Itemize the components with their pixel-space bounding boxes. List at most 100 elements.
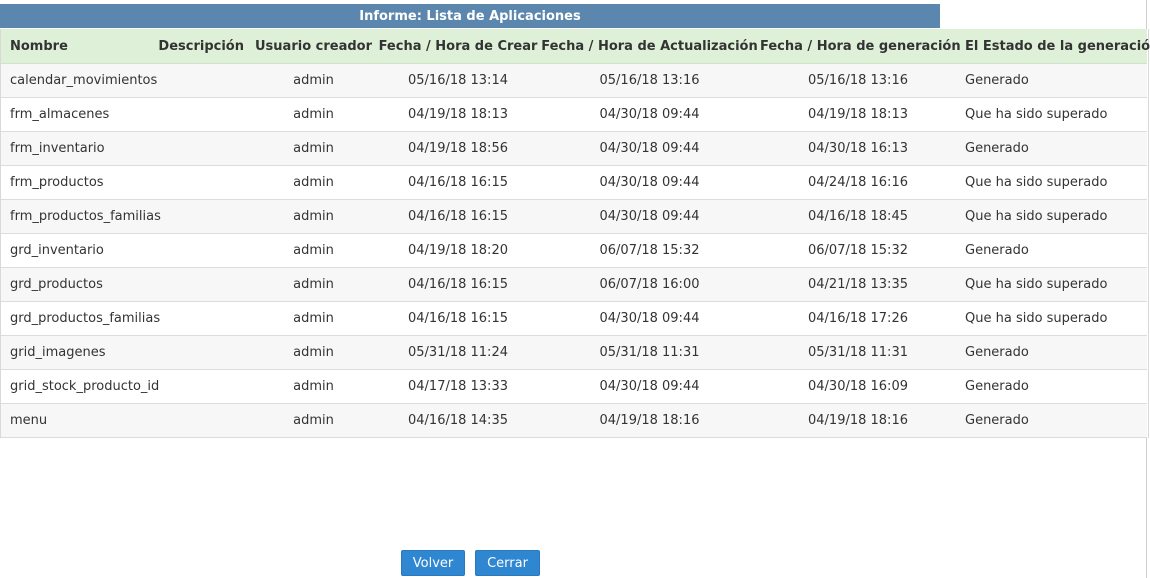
cell-name: frm_productos xyxy=(1,165,156,200)
cell-status: Que ha sido superado xyxy=(956,267,1147,302)
table-row[interactable]: frm_productos_familias admin 04/16/18 16:1… xyxy=(1,199,1147,234)
table-row[interactable]: grd_inventario admin 04/19/18 18:20 06/07/1… xyxy=(1,233,1147,268)
cell-created: 04/19/18 18:56 xyxy=(377,131,539,166)
table-row[interactable]: frm_almacenes admin 04/19/18 18:13 04/30/18… xyxy=(1,97,1147,132)
column-header-updated[interactable]: Fecha / Hora de Actualización xyxy=(539,29,760,64)
cell-generated: 04/30/18 16:13 xyxy=(760,131,956,166)
table-row[interactable]: frm_inventario admin 04/19/18 18:56 04/30/1… xyxy=(1,131,1147,166)
cell-status: Generado xyxy=(956,369,1147,404)
cell-name: frm_productos_familias xyxy=(1,199,161,234)
cell-user: admin xyxy=(250,335,377,370)
applications-table: Nombre Descripción Usuario creador Fecha… xyxy=(1,29,1150,438)
table-row[interactable]: grid_imagenes admin 05/31/18 11:24 05/31/18… xyxy=(1,335,1147,370)
table-row[interactable]: grd_productos_familias admin 04/16/18 16:1… xyxy=(1,301,1147,336)
cell-description xyxy=(156,335,250,370)
applications-table-container: Nombre Descripción Usuario creador Fecha… xyxy=(0,29,1150,438)
table-body: calendar_movimientos admin 05/16/18 13:14 0… xyxy=(1,63,1147,438)
table-row[interactable]: calendar_movimientos admin 05/16/18 13:14 0… xyxy=(1,63,1147,98)
column-header-user[interactable]: Usuario creador xyxy=(250,29,377,64)
cell-updated: 04/30/18 09:44 xyxy=(539,165,760,200)
cell-description xyxy=(156,233,250,268)
cell-user: admin xyxy=(250,267,377,302)
cell-updated: 04/30/18 09:44 xyxy=(539,301,760,336)
cell-name: grd_inventario xyxy=(1,233,156,268)
cell-generated: 04/24/18 16:16 xyxy=(760,165,956,200)
cell-status: Que ha sido superado xyxy=(956,97,1147,132)
cell-name: frm_almacenes xyxy=(1,97,156,132)
cell-created: 04/17/18 13:33 xyxy=(377,369,539,404)
column-header-description[interactable]: Descripción xyxy=(156,29,250,64)
cell-generated: 06/07/18 15:32 xyxy=(760,233,956,268)
cell-created: 05/16/18 13:14 xyxy=(377,63,539,98)
cell-user: admin xyxy=(250,301,377,336)
report-page: Informe: Lista de Aplicaciones Nombre De… xyxy=(0,0,1150,578)
column-header-created[interactable]: Fecha / Hora de Crear xyxy=(377,29,539,64)
cell-user: admin xyxy=(250,63,377,98)
cell-created: 04/16/18 16:15 xyxy=(377,199,539,234)
cell-generated: 04/21/18 13:35 xyxy=(760,267,956,302)
cell-generated: 05/31/18 11:31 xyxy=(760,335,956,370)
cell-status: Generado xyxy=(956,335,1147,370)
cell-created: 04/19/18 18:20 xyxy=(377,233,539,268)
cell-description xyxy=(156,267,250,302)
cell-description xyxy=(156,403,250,438)
column-header-generated[interactable]: Fecha / Hora de generación xyxy=(760,29,961,64)
column-header-name[interactable]: Nombre xyxy=(1,29,156,64)
cell-updated: 05/31/18 11:31 xyxy=(539,335,760,370)
cell-description xyxy=(156,199,250,234)
cell-user: admin xyxy=(250,369,377,404)
cell-description xyxy=(156,131,250,166)
cell-updated: 06/07/18 15:32 xyxy=(539,233,760,268)
cell-description xyxy=(156,165,250,200)
cell-updated: 04/30/18 09:44 xyxy=(539,199,760,234)
cell-user: admin xyxy=(250,199,377,234)
cell-created: 04/16/18 16:15 xyxy=(377,267,539,302)
table-row[interactable]: frm_productos admin 04/16/18 16:15 04/30/18… xyxy=(1,165,1147,200)
cell-updated: 05/16/18 13:16 xyxy=(539,63,760,98)
cell-updated: 04/30/18 09:44 xyxy=(539,369,760,404)
cell-name: grd_productos xyxy=(1,267,156,302)
cell-created: 04/16/18 16:15 xyxy=(377,165,539,200)
cell-name: grid_stock_producto_id xyxy=(1,369,159,404)
cell-created: 04/16/18 16:15 xyxy=(377,301,539,336)
cell-generated: 04/19/18 18:16 xyxy=(760,403,956,438)
table-row[interactable]: grid_stock_producto_id admin 04/17/18 13:3… xyxy=(1,369,1147,404)
cell-status: Generado xyxy=(956,403,1147,438)
table-row[interactable]: menu admin 04/16/18 14:35 04/19/18 18:16 04/… xyxy=(1,403,1147,438)
cell-user: admin xyxy=(250,131,377,166)
back-button[interactable]: Volver xyxy=(401,550,465,576)
cell-name: calendar_movimientos xyxy=(1,63,157,98)
cell-generated: 04/19/18 18:13 xyxy=(760,97,956,132)
cell-updated: 04/19/18 18:16 xyxy=(539,403,760,438)
cell-status: Generado xyxy=(956,63,1147,98)
cell-description xyxy=(156,97,250,132)
cell-name: frm_inventario xyxy=(1,131,156,166)
cell-status: Que ha sido superado xyxy=(956,165,1147,200)
report-title: Informe: Lista de Aplicaciones xyxy=(0,4,940,28)
cell-user: admin xyxy=(250,403,377,438)
cell-updated: 06/07/18 16:00 xyxy=(539,267,760,302)
cell-generated: 04/16/18 17:26 xyxy=(760,301,956,336)
column-header-status[interactable]: El Estado de la generación xyxy=(956,29,1150,64)
cell-generated: 04/16/18 18:45 xyxy=(760,199,956,234)
cell-generated: 05/16/18 13:16 xyxy=(760,63,956,98)
cell-name: grid_imagenes xyxy=(1,335,156,370)
cell-created: 04/19/18 18:13 xyxy=(377,97,539,132)
cell-status: Que ha sido superado xyxy=(956,301,1147,336)
cell-created: 04/16/18 14:35 xyxy=(377,403,539,438)
cell-generated: 04/30/18 16:09 xyxy=(760,369,956,404)
cell-description xyxy=(156,63,250,98)
cell-user: admin xyxy=(250,233,377,268)
cell-description xyxy=(156,301,250,336)
cell-status: Que ha sido superado xyxy=(956,199,1147,234)
cell-user: admin xyxy=(250,97,377,132)
close-button[interactable]: Cerrar xyxy=(475,550,540,576)
cell-name: grd_productos_familias xyxy=(1,301,160,336)
cell-user: admin xyxy=(250,165,377,200)
table-row[interactable]: grd_productos admin 04/16/18 16:15 06/07/18… xyxy=(1,267,1147,302)
cell-description xyxy=(156,369,250,404)
cell-created: 05/31/18 11:24 xyxy=(377,335,539,370)
cell-status: Generado xyxy=(956,131,1147,166)
cell-updated: 04/30/18 09:44 xyxy=(539,131,760,166)
cell-status: Generado xyxy=(956,233,1147,268)
